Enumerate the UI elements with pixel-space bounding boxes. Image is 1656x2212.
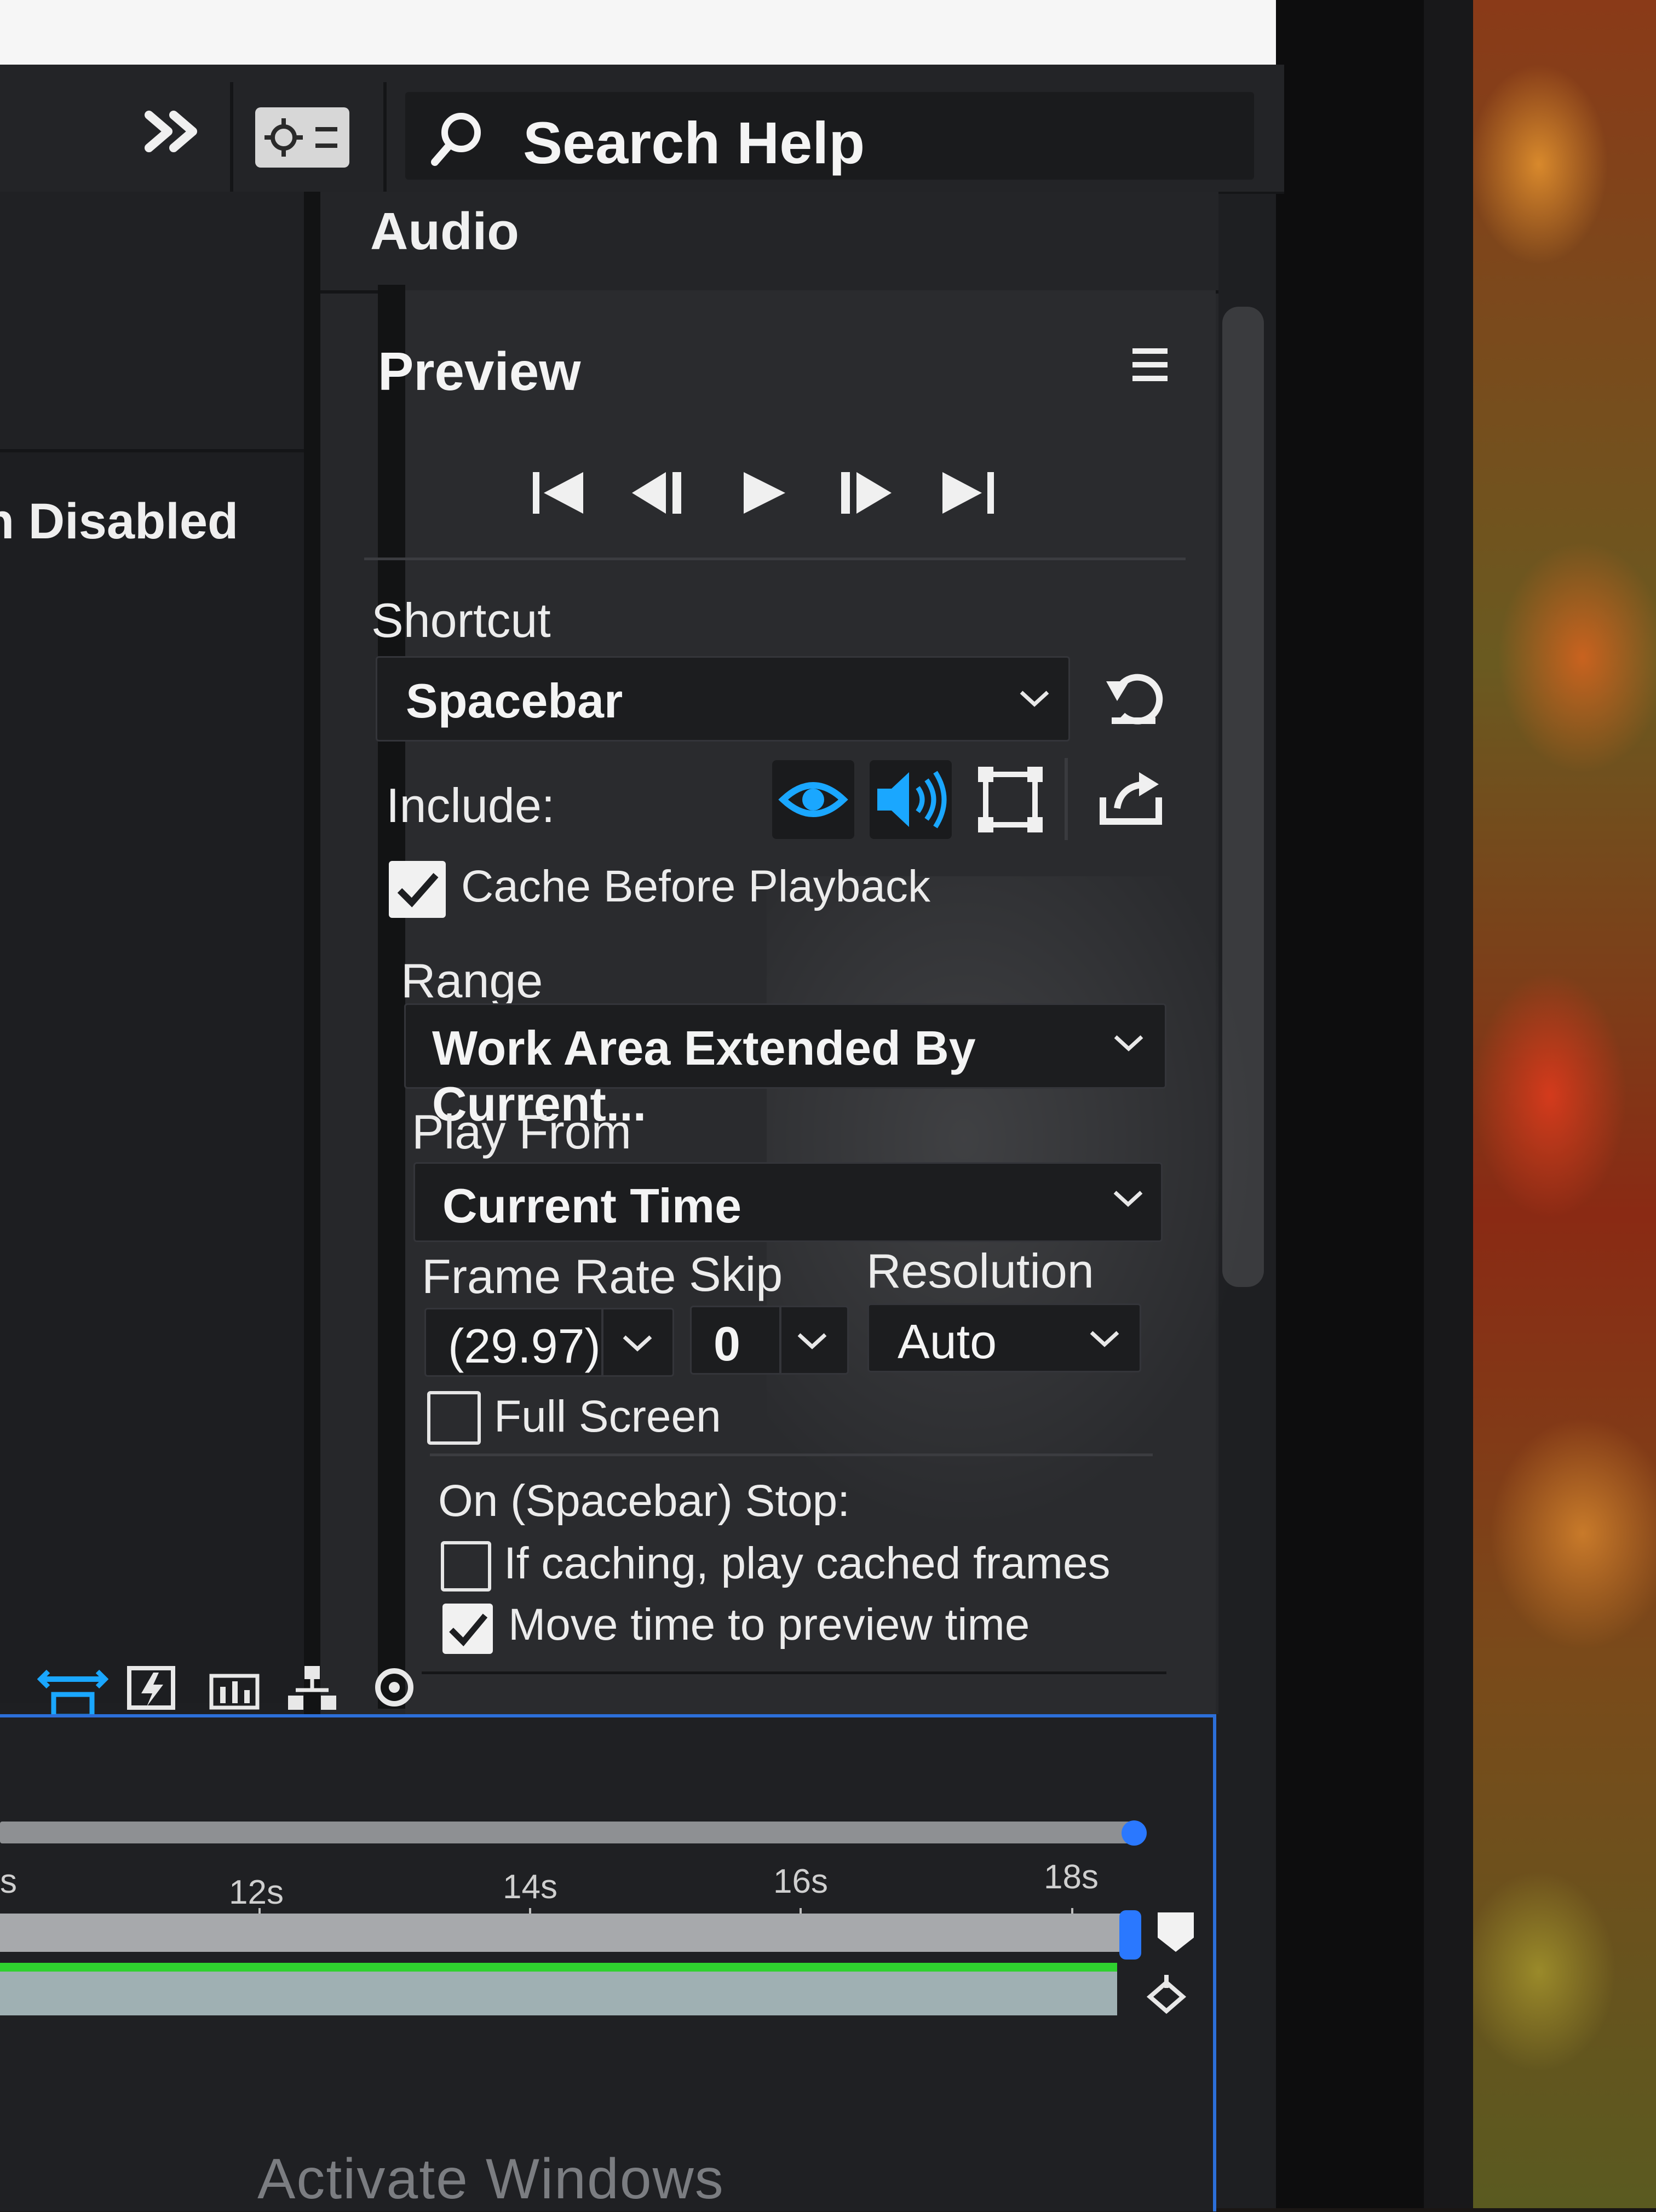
time-ruler-label: 18s: [1044, 1858, 1099, 1896]
full-screen-checkbox[interactable]: [427, 1391, 481, 1445]
full-screen-label[interactable]: Full Screen: [494, 1391, 721, 1443]
search-icon: [427, 110, 487, 170]
playhead-handle[interactable]: [1119, 1910, 1141, 1960]
dropdown-separator: [601, 1309, 603, 1375]
skip-label: Skip: [689, 1247, 783, 1301]
skip-value: 0: [714, 1317, 740, 1371]
layer-bar[interactable]: [0, 1972, 1117, 2015]
chevron-down-icon: [621, 1332, 654, 1354]
workspace-settings-icon: [264, 118, 337, 157]
time-ruler-label: 16s: [773, 1863, 828, 1900]
previous-frame-icon[interactable]: [629, 466, 689, 520]
marker-icon[interactable]: [1155, 1910, 1196, 1954]
cache-indicator-bar: [0, 1963, 1117, 1972]
range-dropdown[interactable]: Work Area Extended By Current...: [404, 1003, 1166, 1131]
chevron-down-icon: [1018, 688, 1051, 710]
composition-flow-icon[interactable]: [372, 1663, 416, 1712]
shortcut-dropdown[interactable]: Spacebar: [376, 656, 1070, 742]
workspace-settings-button[interactable]: [255, 107, 349, 168]
include-separator: [1065, 758, 1068, 840]
move-time-checkbox[interactable]: [442, 1604, 493, 1654]
next-frame-icon[interactable]: [837, 466, 897, 520]
overlays-icon: [978, 767, 1043, 832]
include-audio-button[interactable]: [870, 760, 952, 839]
layer-bar[interactable]: [0, 1914, 1128, 1952]
play-from-value: Current Time: [442, 1179, 742, 1233]
work-area-end-handle[interactable]: [1122, 1820, 1147, 1846]
monitor-edge: [1424, 0, 1473, 2208]
play-icon[interactable]: [738, 466, 793, 520]
play-from-label: Play From: [412, 1105, 631, 1159]
section-divider: [430, 1453, 1153, 1456]
shortcut-value: Spacebar: [406, 674, 623, 728]
resolution-dropdown[interactable]: Auto: [867, 1303, 1141, 1372]
preview-title: Preview: [378, 341, 581, 401]
skip-dropdown[interactable]: 0: [690, 1306, 849, 1375]
comp-marker-icon[interactable]: [1145, 1972, 1194, 2015]
time-ruler-label: 14s: [503, 1868, 557, 1906]
search-help-label[interactable]: Search Help: [523, 108, 865, 177]
flowchart-icon[interactable]: [285, 1662, 340, 1716]
speaker-icon: [877, 771, 947, 829]
chevron-down-icon: [1088, 1328, 1121, 1350]
if-caching-label[interactable]: If caching, play cached frames: [504, 1538, 1111, 1589]
chevron-down-icon: [1112, 1032, 1145, 1054]
chevron-down-icon: [1112, 1188, 1145, 1210]
frame-rate-label: Frame Rate: [422, 1249, 676, 1303]
if-caching-checkbox[interactable]: [441, 1541, 491, 1592]
background-blanket: [1473, 0, 1656, 2208]
section-divider: [364, 558, 1186, 560]
reset-icon[interactable]: [1101, 665, 1166, 731]
audio-panel-title[interactable]: Audio: [370, 202, 519, 262]
toolbar-separator: [230, 82, 233, 192]
move-time-label[interactable]: Move time to preview time: [508, 1599, 1030, 1651]
graph-editor-icon[interactable]: [125, 1663, 185, 1717]
eye-icon: [778, 782, 848, 817]
frame-rate-dropdown[interactable]: (29.97): [424, 1308, 674, 1377]
range-label: Range: [401, 953, 543, 1008]
export-icon[interactable]: [1095, 765, 1166, 830]
cache-before-playback-checkbox[interactable]: [389, 861, 446, 918]
background-window: [0, 0, 1292, 65]
panel-divider[interactable]: [304, 192, 320, 1714]
work-area-bar[interactable]: [0, 1822, 1134, 1843]
time-ruler-label: s: [0, 1863, 17, 1900]
hamburger-menu-icon[interactable]: [1128, 343, 1172, 387]
activate-windows-watermark: Activate Windows: [257, 2147, 725, 2211]
checkmark-icon: [449, 1613, 488, 1647]
toolbar-separator: [383, 82, 387, 192]
include-video-button[interactable]: [772, 760, 854, 839]
include-overlays-button[interactable]: [969, 760, 1051, 839]
time-ruler-label: 12s: [229, 1874, 284, 1911]
section-divider: [422, 1671, 1166, 1674]
chevron-down-icon: [796, 1330, 829, 1352]
chart-icon[interactable]: [207, 1665, 262, 1714]
include-label: Include:: [386, 778, 555, 832]
last-frame-icon[interactable]: [939, 466, 999, 520]
dropdown-separator: [779, 1307, 781, 1373]
frame-rate-value: (29.97): [448, 1319, 601, 1373]
resolution-label: Resolution: [866, 1244, 1094, 1298]
first-frame-icon[interactable]: [528, 466, 589, 520]
checkmark-icon: [397, 873, 439, 907]
resolution-value: Auto: [898, 1314, 997, 1369]
left-panel-header: [0, 192, 304, 452]
shortcut-label: Shortcut: [371, 593, 551, 647]
play-from-dropdown[interactable]: Current Time: [413, 1162, 1163, 1242]
double-chevron-right-icon[interactable]: [143, 104, 204, 159]
on-stop-label: On (Spacebar) Stop:: [438, 1476, 850, 1526]
status-text: n Disabled: [0, 493, 239, 549]
cache-before-playback-label[interactable]: Cache Before Playback: [461, 861, 930, 912]
